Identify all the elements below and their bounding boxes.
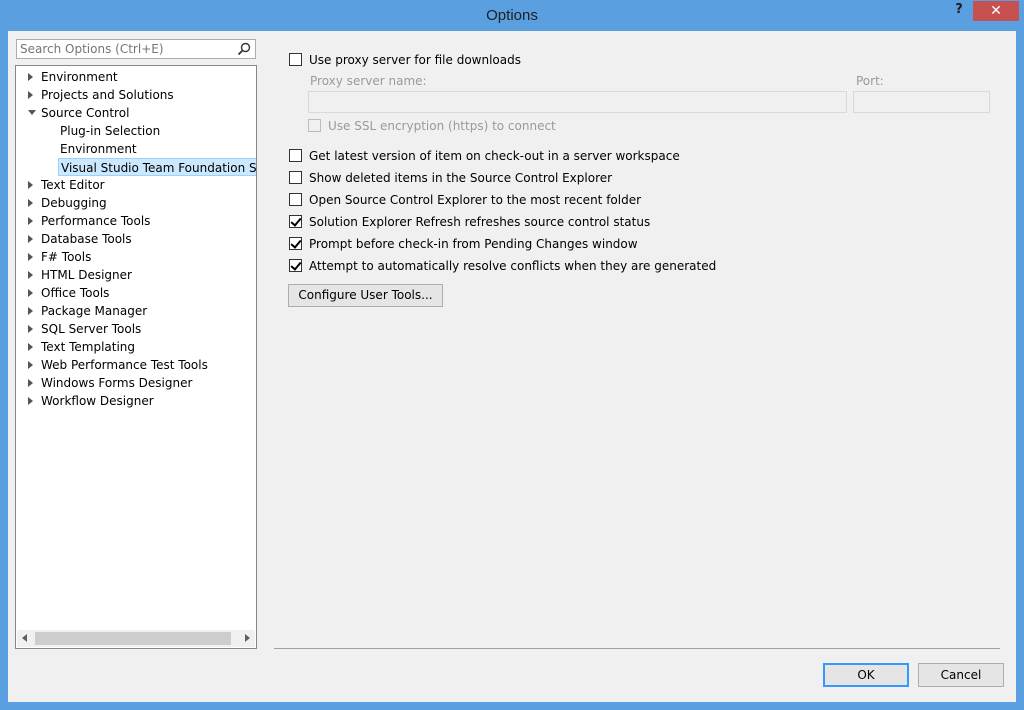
option-label: Solution Explorer Refresh refreshes sour… [309, 215, 651, 229]
footer-separator [274, 648, 1000, 649]
collapsed-arrow-icon[interactable] [28, 397, 33, 405]
close-button[interactable]: ✕ [973, 1, 1019, 21]
tree-item-label: Workflow Designer [41, 394, 154, 408]
collapsed-arrow-icon[interactable] [28, 289, 33, 297]
port-field[interactable] [853, 91, 990, 113]
tree-item[interactable]: Debugging [16, 194, 256, 212]
dialog-body: Environment Projects and Solutions Source … [8, 31, 1016, 702]
tree-item[interactable]: HTML Designer [16, 266, 256, 284]
tree-item[interactable]: Projects and Solutions [16, 86, 256, 104]
option-label: Open Source Control Explorer to the most… [309, 193, 642, 207]
collapsed-arrow-icon[interactable] [28, 307, 33, 315]
option-checkbox[interactable] [289, 259, 302, 272]
tree-item-label: Office Tools [41, 286, 110, 300]
tree-item[interactable]: Text Editor [16, 176, 256, 194]
tree-item-label: Text Templating [41, 340, 136, 354]
option-label: Show deleted items in the Source Control… [309, 171, 613, 185]
use-proxy-label: Use proxy server for file downloads [309, 53, 521, 67]
tree-item[interactable]: Environment [16, 140, 256, 158]
tree-item[interactable]: Visual Studio Team Foundation Server [58, 158, 257, 176]
tree-item[interactable]: Workflow Designer [16, 392, 256, 410]
collapsed-arrow-icon[interactable] [28, 343, 33, 351]
option-checkbox[interactable] [289, 193, 302, 206]
collapsed-arrow-icon[interactable] [28, 325, 33, 333]
options-tree[interactable]: Environment Projects and Solutions Source … [15, 65, 257, 649]
window-title: Options [486, 7, 538, 24]
collapsed-arrow-icon[interactable] [28, 235, 33, 243]
use-proxy-checkbox[interactable] [289, 53, 302, 66]
collapsed-arrow-icon[interactable] [28, 361, 33, 369]
tree-item[interactable]: SQL Server Tools [16, 320, 256, 338]
proxy-server-name-label: Proxy server name: [310, 74, 427, 88]
ssl-checkbox[interactable] [308, 119, 321, 132]
collapsed-arrow-icon[interactable] [28, 271, 33, 279]
horizontal-scrollbar[interactable] [17, 630, 255, 647]
configure-user-tools-button[interactable]: Configure User Tools... [288, 284, 443, 307]
tree-item[interactable]: Package Manager [16, 302, 256, 320]
tree-item-label: Windows Forms Designer [41, 376, 193, 390]
scroll-right-icon[interactable] [245, 634, 250, 642]
tree-item[interactable]: Office Tools [16, 284, 256, 302]
scrollbar-thumb[interactable] [35, 632, 231, 645]
tree-item[interactable]: Plug-in Selection [16, 122, 256, 140]
tree-item-label: Projects and Solutions [41, 88, 174, 102]
cancel-button[interactable]: Cancel [918, 663, 1004, 687]
ssl-label: Use SSL encryption (https) to connect [328, 119, 556, 133]
collapsed-arrow-icon[interactable] [28, 181, 33, 189]
collapsed-arrow-icon[interactable] [28, 379, 33, 387]
title-bar[interactable]: Options ? ✕ [0, 0, 1024, 31]
tree-item-label: Environment [60, 142, 137, 156]
option-label: Attempt to automatically resolve conflic… [309, 259, 717, 273]
tree-item-label: Plug-in Selection [60, 124, 161, 138]
tree-item[interactable]: F# Tools [16, 248, 256, 266]
collapsed-arrow-icon[interactable] [28, 199, 33, 207]
collapsed-arrow-icon[interactable] [28, 217, 33, 225]
option-checkbox[interactable] [289, 149, 302, 162]
tree-item[interactable]: Database Tools [16, 230, 256, 248]
tree-item-label: Source Control [41, 106, 130, 120]
option-checkbox[interactable] [289, 215, 302, 228]
search-icon[interactable] [237, 42, 251, 56]
option-label: Prompt before check-in from Pending Chan… [309, 237, 638, 251]
tree-item[interactable]: Performance Tools [16, 212, 256, 230]
collapsed-arrow-icon[interactable] [28, 73, 33, 81]
search-input[interactable] [20, 41, 230, 57]
tree-item-label: Package Manager [41, 304, 148, 318]
proxy-server-name-field[interactable] [308, 91, 847, 113]
tree-item-label: Text Editor [41, 178, 105, 192]
tree-item[interactable]: Text Templating [16, 338, 256, 356]
tree-item[interactable]: Windows Forms Designer [16, 374, 256, 392]
option-label: Get latest version of item on check-out … [309, 149, 680, 163]
tree-item-label: Web Performance Test Tools [41, 358, 208, 372]
option-checkbox[interactable] [289, 237, 302, 250]
tree-item[interactable]: Source Control [16, 104, 256, 122]
option-checkbox[interactable] [289, 171, 302, 184]
scroll-left-icon[interactable] [22, 634, 27, 642]
tree-item-label: HTML Designer [41, 268, 132, 282]
close-icon: ✕ [990, 3, 1002, 19]
tree-item-label: Database Tools [41, 232, 132, 246]
help-button[interactable]: ? [946, 2, 972, 20]
collapsed-arrow-icon[interactable] [28, 253, 33, 261]
expanded-arrow-icon[interactable] [28, 110, 36, 115]
tree-item-label: Visual Studio Team Foundation Server [61, 161, 257, 175]
tree-item-label: F# Tools [41, 250, 92, 264]
tree-item-label: Environment [41, 70, 118, 84]
port-label: Port: [856, 74, 884, 88]
tree-item-label: Debugging [41, 196, 107, 210]
ok-button[interactable]: OK [823, 663, 909, 687]
tree-item[interactable]: Environment [16, 68, 256, 86]
options-dialog: Options ? ✕ Environment Projects and Solu… [0, 0, 1024, 710]
settings-panel: Use proxy server for file downloads Prox… [268, 31, 1008, 651]
tree-item-label: SQL Server Tools [41, 322, 142, 336]
collapsed-arrow-icon[interactable] [28, 91, 33, 99]
tree-item-label: Performance Tools [41, 214, 151, 228]
tree-item[interactable]: Web Performance Test Tools [16, 356, 256, 374]
search-box[interactable] [16, 39, 256, 59]
